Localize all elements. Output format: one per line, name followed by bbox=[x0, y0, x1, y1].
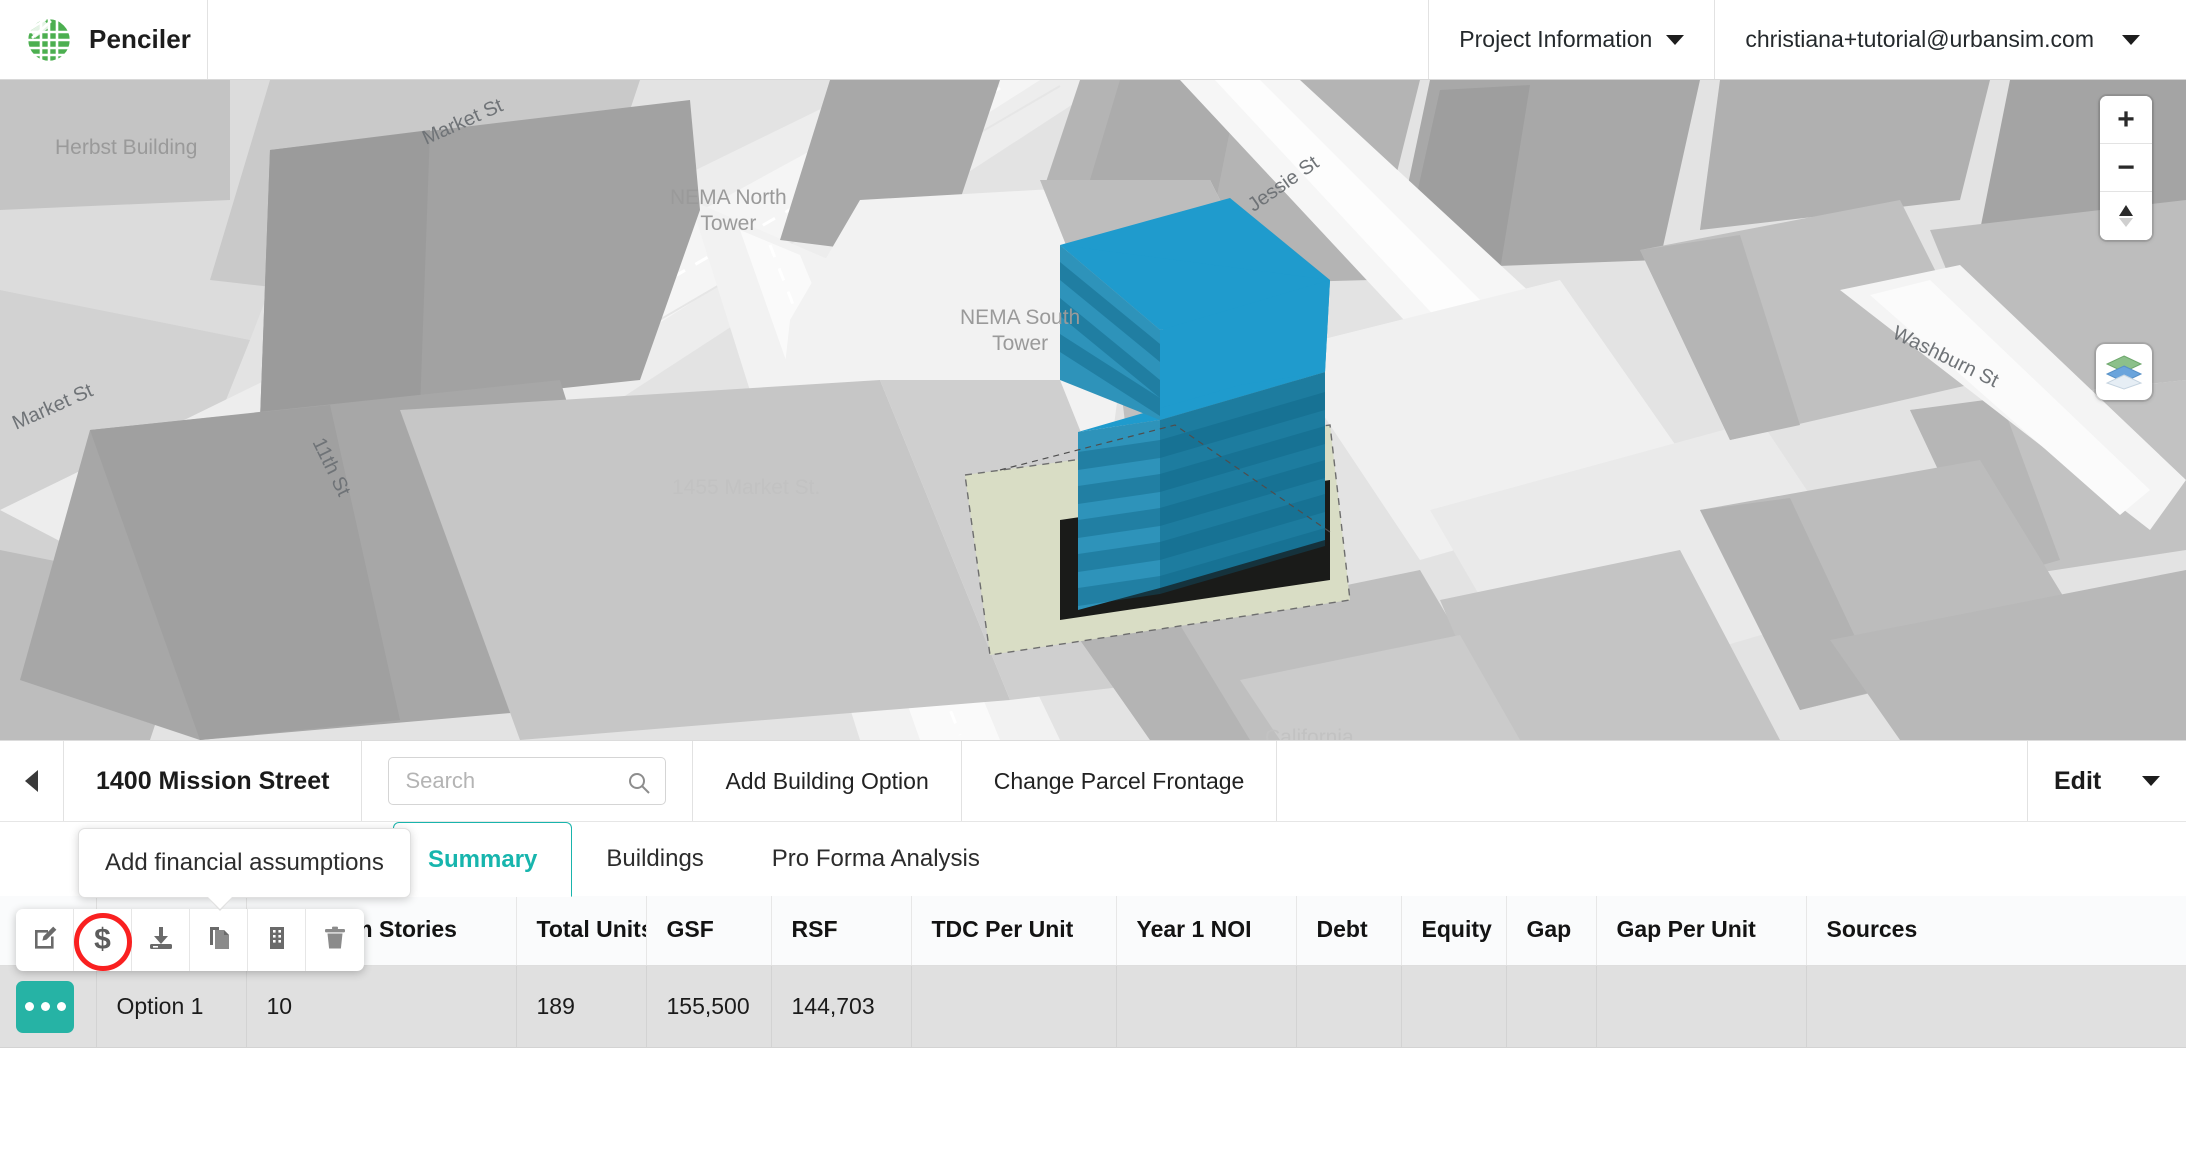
search-box[interactable] bbox=[388, 757, 667, 805]
search-icon[interactable] bbox=[627, 771, 651, 800]
col-gap: Gap bbox=[1506, 893, 1597, 966]
duplicate-icon-button[interactable] bbox=[190, 909, 248, 971]
row-actions-button[interactable] bbox=[16, 980, 74, 1033]
search-cell bbox=[362, 741, 694, 821]
zoom-in-button[interactable]: + bbox=[2100, 96, 2152, 144]
cell-row-actions bbox=[0, 965, 97, 1048]
parcel-address: 1400 Mission Street bbox=[64, 741, 363, 821]
parcel-address-label: 1400 Mission Street bbox=[96, 766, 330, 795]
map-canvas[interactable]: Herbst Building Market St Market St 11th… bbox=[0, 80, 2186, 740]
col-year-1-noi: Year 1 NOI bbox=[1116, 893, 1297, 966]
tab-buildings[interactable]: Buildings bbox=[572, 822, 738, 896]
col-equity: Equity bbox=[1401, 893, 1507, 966]
header-spacer bbox=[208, 0, 1428, 79]
chevron-left-icon bbox=[25, 770, 38, 792]
chevron-down-icon bbox=[2142, 776, 2160, 786]
col-debt: Debt bbox=[1296, 893, 1402, 966]
project-information-label: Project Information bbox=[1459, 26, 1653, 52]
tooltip-text: Add financial assumptions bbox=[105, 849, 384, 876]
tooltip: Add financial assumptions bbox=[78, 828, 411, 911]
cell-gsf: 155,500 bbox=[646, 965, 772, 1048]
back-button[interactable] bbox=[0, 741, 64, 821]
duplicate-icon bbox=[205, 924, 233, 957]
building-icon bbox=[263, 924, 291, 957]
layers-icon bbox=[2104, 354, 2144, 390]
cell-equity bbox=[1401, 965, 1507, 1048]
change-parcel-frontage-label: Change Parcel Frontage bbox=[993, 767, 1245, 794]
edit-label: Edit bbox=[2054, 766, 2102, 795]
col-rsf: RSF bbox=[771, 893, 912, 966]
chevron-down-icon bbox=[1666, 34, 1685, 45]
col-gap-per-unit: Gap Per Unit bbox=[1596, 893, 1807, 966]
add-building-option-label: Add Building Option bbox=[725, 767, 929, 794]
cell-tdc-per-unit bbox=[911, 965, 1117, 1048]
chevron-down-icon bbox=[2122, 34, 2140, 45]
brand-name: Penciler bbox=[89, 24, 191, 54]
cell-debt bbox=[1296, 965, 1402, 1048]
cell-gap bbox=[1506, 965, 1597, 1048]
brand-block[interactable]: Penciler bbox=[0, 0, 208, 79]
cell-sources bbox=[1806, 965, 2186, 1048]
compass-icon bbox=[2114, 201, 2138, 231]
dot-icon bbox=[56, 1002, 66, 1011]
dollar-icon: $ bbox=[94, 923, 111, 956]
trash-icon bbox=[321, 924, 349, 957]
action-bar: 1400 Mission Street Add Building Option … bbox=[0, 740, 2186, 822]
map-zoom-controls[interactable]: + − bbox=[2100, 96, 2152, 240]
col-gsf: GSF bbox=[646, 893, 772, 966]
zoom-out-button[interactable]: − bbox=[2100, 144, 2152, 192]
download-icon bbox=[147, 924, 175, 957]
action-bar-spacer bbox=[1277, 741, 2028, 821]
change-parcel-frontage-button[interactable]: Change Parcel Frontage bbox=[962, 741, 1278, 821]
cell-gap-per-unit bbox=[1596, 965, 1807, 1048]
map-basemap bbox=[0, 80, 2186, 740]
dollar-icon-button[interactable]: $ bbox=[74, 909, 132, 971]
cell-rsf: 144,703 bbox=[771, 965, 912, 1048]
cell-maximum-stories: 10 bbox=[246, 965, 517, 1048]
col-total-units: Total Units bbox=[516, 893, 647, 966]
edit-dropdown-button[interactable]: Edit bbox=[2028, 741, 2186, 821]
table-row[interactable]: Option 1 10 189 155,500 144,703 bbox=[0, 965, 2186, 1048]
project-information-menu[interactable]: Project Information bbox=[1428, 0, 1714, 79]
dot-icon bbox=[24, 1002, 34, 1011]
tab-pro-forma-analysis-label: Pro Forma Analysis bbox=[771, 845, 980, 872]
tab-pro-forma-analysis[interactable]: Pro Forma Analysis bbox=[737, 822, 1014, 896]
edit-icon-button[interactable] bbox=[16, 909, 74, 971]
tab-summary-label: Summary bbox=[428, 845, 538, 873]
row-actions-toolbar: $ bbox=[16, 909, 364, 971]
cell-building-option: Option 1 bbox=[96, 965, 247, 1048]
account-email: christiana+tutorial@urbansim.com bbox=[1745, 26, 2094, 52]
edit-icon bbox=[31, 924, 59, 957]
compass-button[interactable] bbox=[2100, 192, 2152, 240]
minus-icon: − bbox=[2117, 150, 2135, 184]
search-input[interactable] bbox=[389, 758, 666, 804]
download-icon-button[interactable] bbox=[132, 909, 190, 971]
cell-total-units: 189 bbox=[516, 965, 647, 1048]
cell-year-1-noi bbox=[1116, 965, 1297, 1048]
tab-summary[interactable]: Summary bbox=[393, 822, 573, 897]
tab-buildings-label: Buildings bbox=[606, 845, 704, 872]
dot-icon bbox=[40, 1002, 50, 1011]
add-building-option-button[interactable]: Add Building Option bbox=[693, 741, 962, 821]
trash-icon-button[interactable] bbox=[306, 909, 364, 971]
plus-icon: + bbox=[2117, 102, 2135, 136]
map-layers-button[interactable] bbox=[2096, 344, 2152, 400]
col-sources: Sources bbox=[1806, 893, 2186, 966]
tab-list: Summary Buildings Pro Forma Analysis bbox=[393, 822, 1014, 897]
col-tdc-per-unit: TDC Per Unit bbox=[911, 893, 1117, 966]
building-icon-button[interactable] bbox=[248, 909, 306, 971]
globe-grid-icon bbox=[25, 16, 73, 63]
account-menu[interactable]: christiana+tutorial@urbansim.com bbox=[1714, 0, 2186, 79]
top-header: Penciler Project Information christiana+… bbox=[0, 0, 2186, 80]
